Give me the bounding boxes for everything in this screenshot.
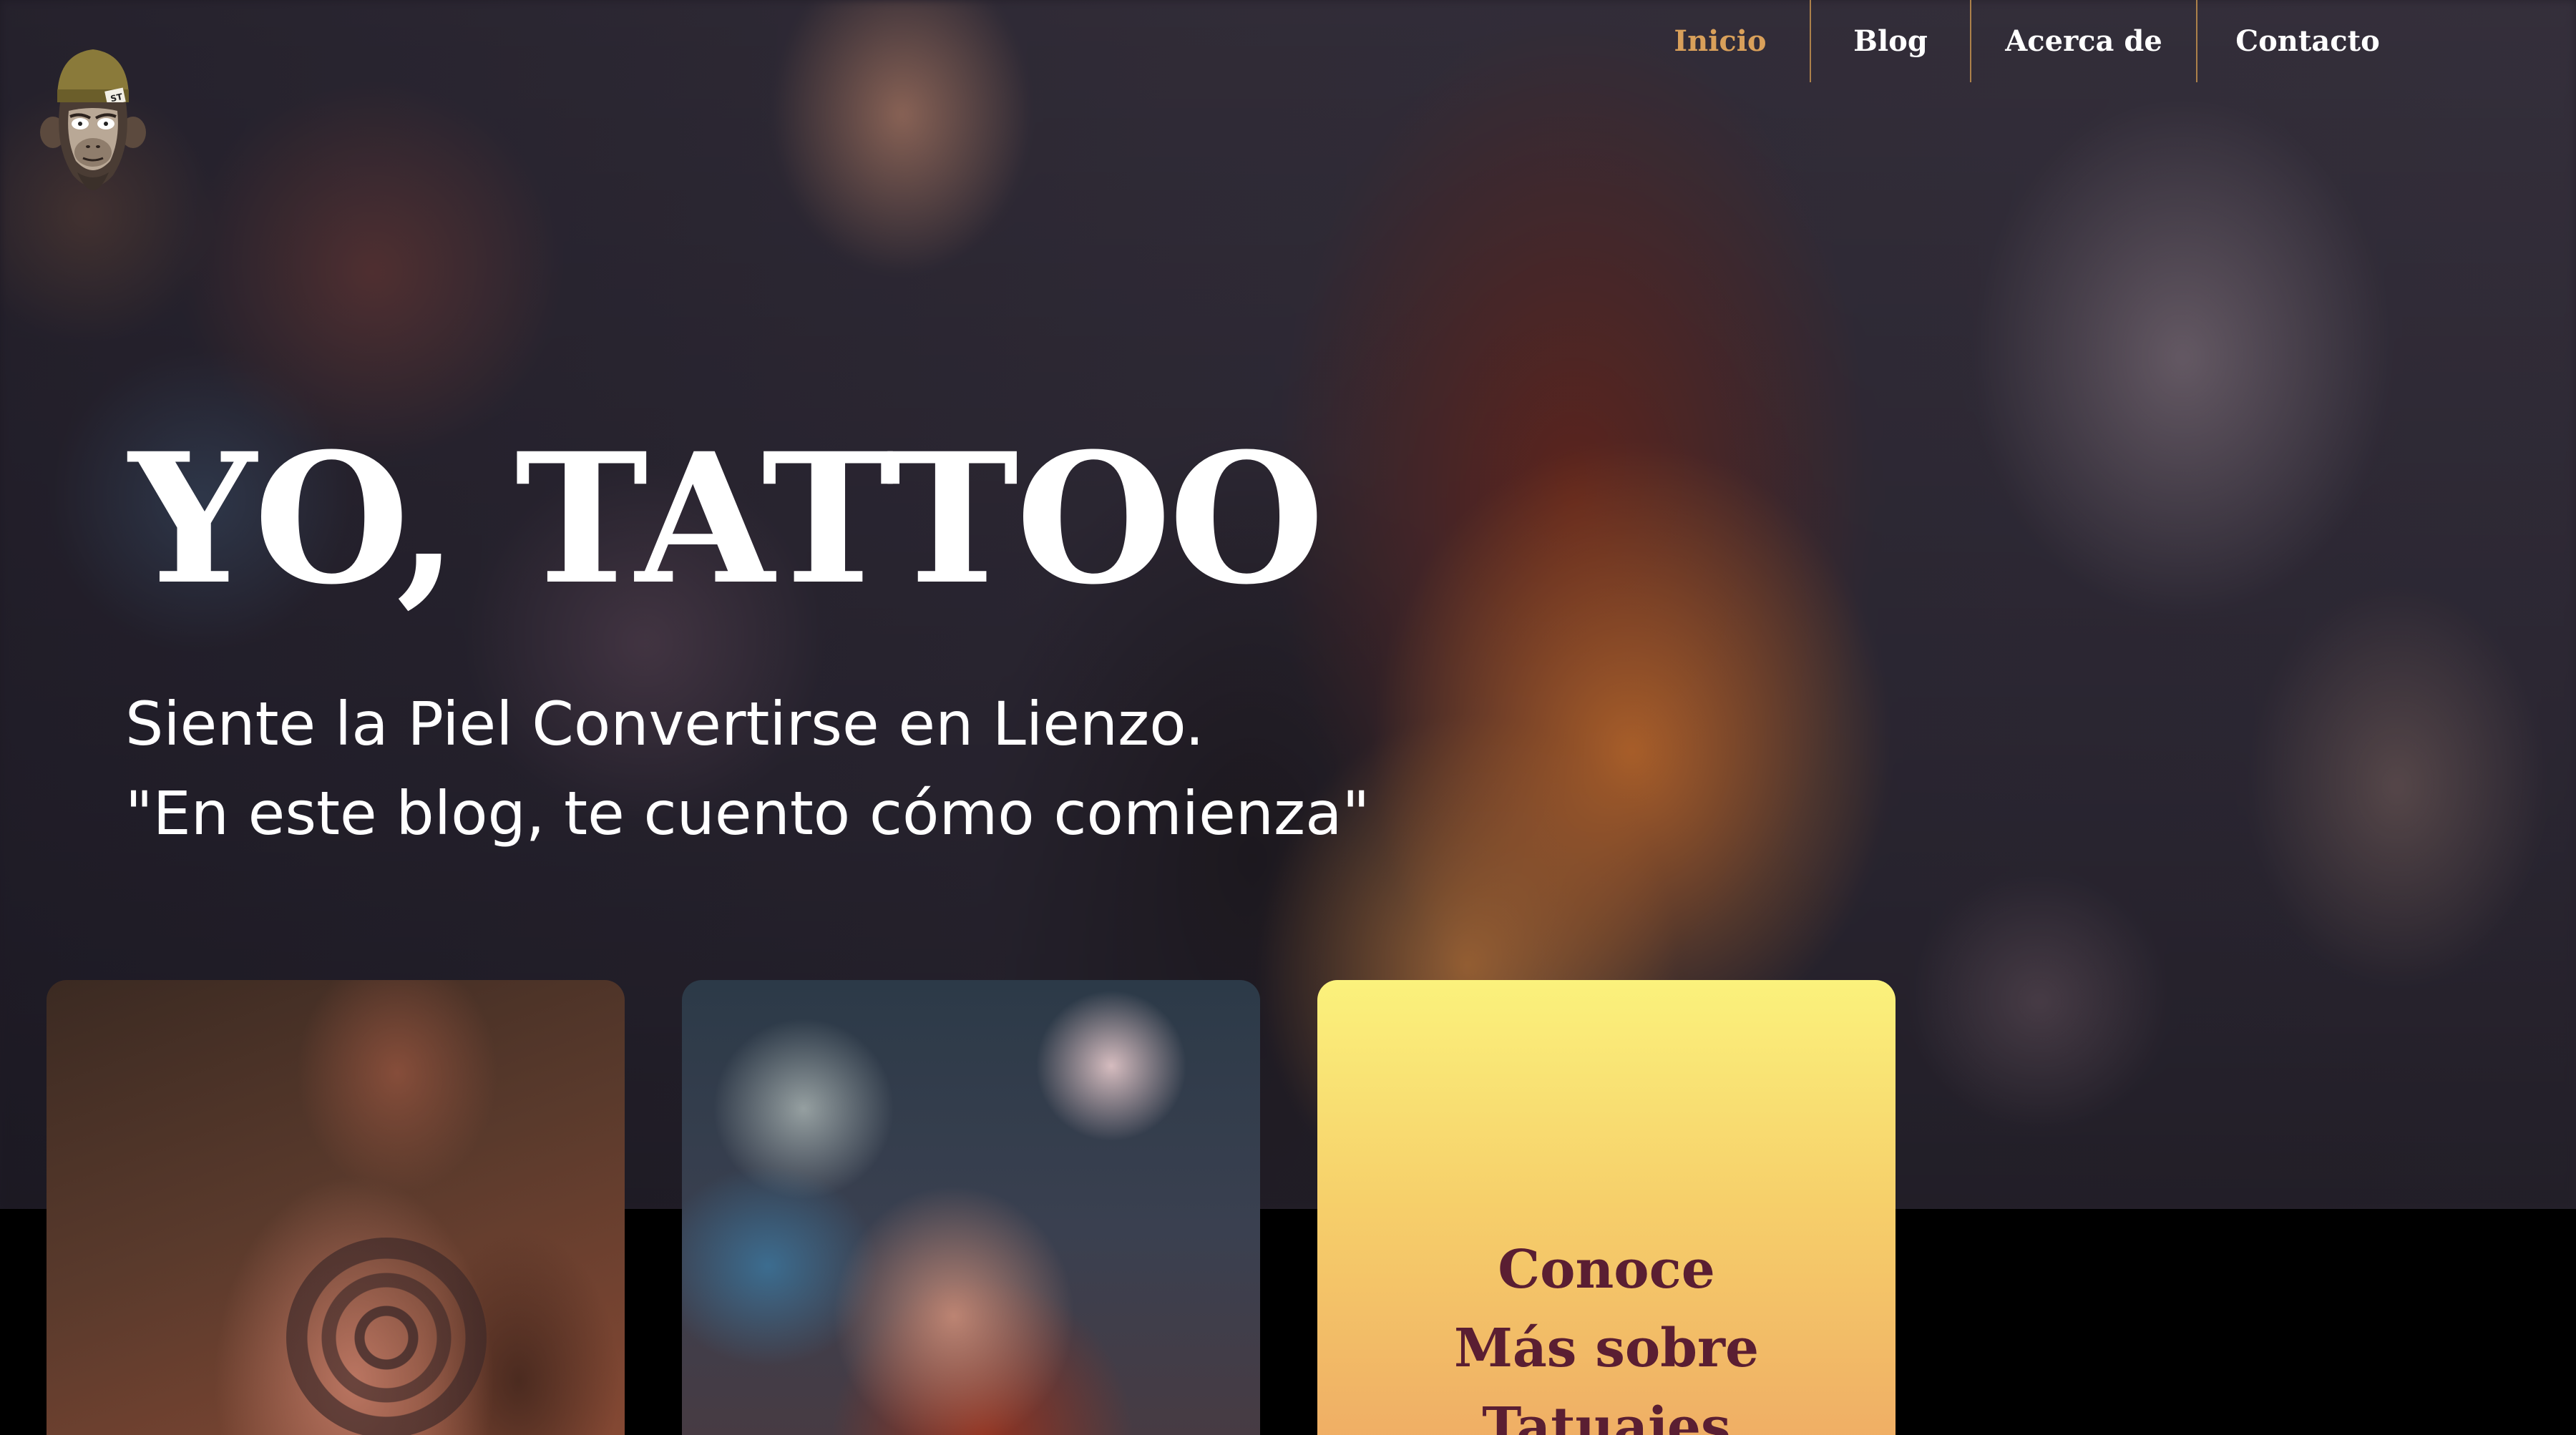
promo-card[interactable]: Conoce Más sobre Tatuajes xyxy=(1317,980,1896,1435)
promo-card-text: Conoce Más sobre Tatuajes xyxy=(1454,1230,1759,1435)
promo-line-1: Conoce xyxy=(1498,1239,1715,1301)
monkey-beanie-logo-icon[interactable]: ST xyxy=(36,39,150,211)
tattoo-back-photo-card[interactable] xyxy=(47,980,625,1435)
hero-subtitle-line-1: Siente la Piel Convertirse en Lienzo. xyxy=(125,689,1204,759)
tattoo-girl-photo-card[interactable] xyxy=(682,980,1260,1435)
nav-item-contacto[interactable]: Contacto xyxy=(2196,0,2418,82)
hero-subtitle-line-2: "En este blog, te cuento cómo comienza" xyxy=(125,778,1370,848)
hero-subtitle: Siente la Piel Convertirse en Lienzo. "E… xyxy=(125,680,1370,858)
main-navigation: Inicio Blog Acerca de Contacto xyxy=(1631,0,2576,82)
hero-title: YO, TATTOO xyxy=(129,413,1324,624)
promo-line-2: Más sobre xyxy=(1453,1318,1760,1379)
mandala-tattoo-image xyxy=(286,1238,487,1435)
nav-item-acerca-de[interactable]: Acerca de xyxy=(1970,0,2196,82)
promo-line-3: Tatuajes xyxy=(1482,1396,1731,1435)
nav-item-inicio[interactable]: Inicio xyxy=(1631,0,1810,82)
nav-item-blog[interactable]: Blog xyxy=(1810,0,1970,82)
